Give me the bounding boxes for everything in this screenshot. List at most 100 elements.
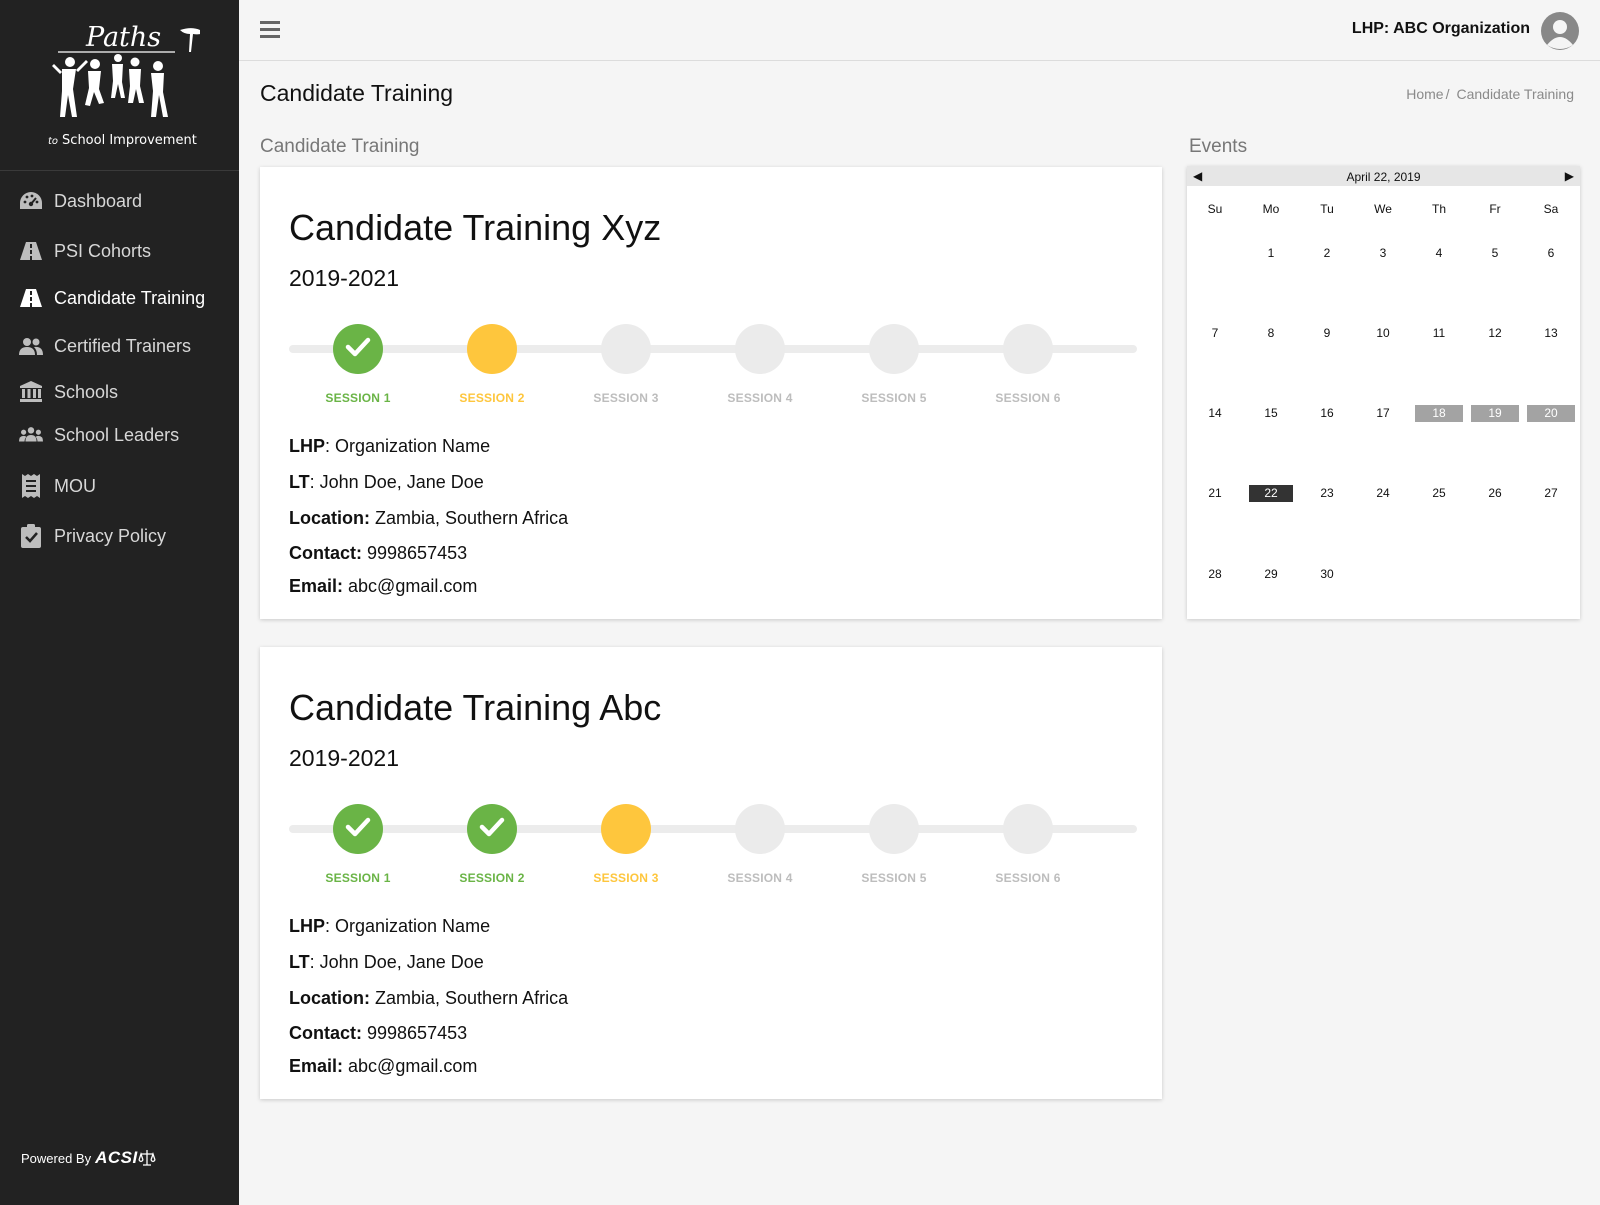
- calendar-day[interactable]: 16: [1305, 405, 1349, 422]
- session-label: SESSION 5: [861, 871, 927, 885]
- sidebar-item-school-leaders[interactable]: School Leaders: [0, 415, 239, 455]
- calendar-day[interactable]: 28: [1193, 566, 1237, 583]
- breadcrumb: Home / Candidate Training: [1406, 86, 1574, 102]
- session-step-6[interactable]: [1003, 804, 1053, 854]
- clipboard-check-icon: [19, 524, 43, 548]
- session-step-2[interactable]: [467, 324, 517, 374]
- avatar[interactable]: [1541, 12, 1579, 50]
- session-label: SESSION 1: [325, 391, 391, 405]
- calendar-day[interactable]: 17: [1361, 405, 1405, 422]
- calendar-day[interactable]: 11: [1417, 325, 1461, 342]
- calendar-weekday: Sa: [1543, 202, 1559, 216]
- top-bar: LHP: ABC Organization: [239, 0, 1600, 61]
- acsi-logo[interactable]: ACSI: [95, 1148, 138, 1168]
- session-step-4[interactable]: [735, 804, 785, 854]
- sidebar-item-candidate-training[interactable]: Candidate Training: [0, 278, 239, 318]
- sidebar-item-label: Candidate Training: [54, 287, 206, 308]
- receipt-icon: [19, 474, 43, 498]
- checkmark-icon: [345, 336, 371, 363]
- user-name[interactable]: LHP: ABC Organization: [1352, 20, 1530, 38]
- training-card[interactable]: Candidate Training Xyz 2019-2021 LHP: Or…: [260, 167, 1162, 619]
- calendar-day[interactable]: 25: [1417, 485, 1461, 502]
- calendar-day[interactable]: 1: [1249, 245, 1293, 262]
- card-year: 2019-2021: [289, 265, 399, 291]
- calendar-day-event[interactable]: 19: [1471, 405, 1519, 422]
- calendar-weekday: We: [1374, 202, 1392, 216]
- calendar-day[interactable]: 13: [1529, 325, 1573, 342]
- card-title: Candidate Training Abc: [289, 687, 662, 728]
- checkmark-icon: [345, 816, 371, 843]
- calendar-day[interactable]: 30: [1305, 566, 1349, 583]
- calendar-day-today[interactable]: 22: [1249, 485, 1293, 502]
- calendar-weekday: Su: [1207, 202, 1223, 216]
- breadcrumb-home[interactable]: Home: [1406, 86, 1443, 102]
- session-step-4[interactable]: [735, 324, 785, 374]
- session-step-6[interactable]: [1003, 324, 1053, 374]
- card-year: 2019-2021: [289, 745, 399, 771]
- calendar-day[interactable]: 2: [1305, 245, 1349, 262]
- school-building-icon: [19, 380, 43, 404]
- sidebar-item-certified-trainers[interactable]: Certified Trainers: [0, 326, 239, 366]
- session-label: SESSION 3: [593, 871, 659, 885]
- session-step-1[interactable]: [333, 804, 383, 854]
- session-label: SESSION 6: [995, 871, 1061, 885]
- training-card[interactable]: Candidate Training Abc 2019-2021 LHP: Or…: [260, 647, 1162, 1099]
- sidebar-item-label: School Leaders: [54, 424, 180, 445]
- checkmark-icon: [479, 816, 505, 843]
- calendar-day[interactable]: 5: [1473, 245, 1517, 262]
- contact-line: Contact: 9998657453: [289, 1023, 468, 1043]
- sidebar-item-schools[interactable]: Schools: [0, 372, 239, 412]
- card-title: Candidate Training Xyz: [289, 207, 662, 248]
- calendar-day[interactable]: 3: [1361, 245, 1405, 262]
- calendar-day[interactable]: 6: [1529, 245, 1573, 262]
- logo[interactable]: Paths to School Improvement: [0, 0, 239, 171]
- calendar-day[interactable]: 29: [1249, 566, 1293, 583]
- calendar-day[interactable]: 27: [1529, 485, 1573, 502]
- sidebar-item-privacy-policy[interactable]: Privacy Policy: [0, 516, 239, 556]
- session-label: SESSION 2: [459, 871, 525, 885]
- sidebar-item-label: Schools: [54, 381, 119, 402]
- calendar-day-event[interactable]: 18: [1415, 405, 1463, 422]
- session-step-3[interactable]: [601, 324, 651, 374]
- sidebar-item-label: Dashboard: [54, 190, 143, 211]
- email-line: Email: abc@gmail.com: [289, 1056, 478, 1076]
- sidebar-item-dashboard[interactable]: Dashboard: [0, 181, 239, 221]
- calendar-day[interactable]: 26: [1473, 485, 1517, 502]
- calendar-day[interactable]: 15: [1249, 405, 1293, 422]
- calendar-day[interactable]: 12: [1473, 325, 1517, 342]
- calendar-day[interactable]: 21: [1193, 485, 1237, 502]
- calendar-day[interactable]: 7: [1193, 325, 1237, 342]
- session-label: SESSION 4: [727, 391, 793, 405]
- calendar-day-event[interactable]: 20: [1527, 405, 1575, 422]
- logo-script: Paths: [86, 22, 162, 53]
- lt-line: LT: John Doe, Jane Doe: [289, 472, 484, 492]
- user-avatar-icon: [1547, 20, 1573, 49]
- calendar-day[interactable]: 8: [1249, 325, 1293, 342]
- group-icon: [19, 423, 43, 447]
- sidebar-item-label: MOU: [54, 475, 96, 496]
- acsi-scales-icon: [138, 1150, 156, 1166]
- calendar-day[interactable]: 23: [1305, 485, 1349, 502]
- session-step-1[interactable]: [333, 324, 383, 374]
- calendar-weekday: Fr: [1489, 202, 1501, 216]
- calendar-day[interactable]: 10: [1361, 325, 1405, 342]
- session-step-3[interactable]: [601, 804, 651, 854]
- calendar-day[interactable]: 24: [1361, 485, 1405, 502]
- events-title: Events: [1189, 136, 1248, 157]
- breadcrumb-current: Candidate Training: [1456, 86, 1574, 102]
- session-step-5[interactable]: [869, 324, 919, 374]
- lhp-line: LHP: Organization Name: [289, 436, 491, 456]
- session-step-5[interactable]: [869, 804, 919, 854]
- session-step-2[interactable]: [467, 804, 517, 854]
- menu-toggle-icon[interactable]: [260, 21, 280, 39]
- sidebar-item-psi-cohorts[interactable]: PSI Cohorts: [0, 231, 239, 271]
- road-icon: [19, 286, 43, 310]
- calendar-weekday: Tu: [1320, 202, 1334, 216]
- sidebar-item-label: PSI Cohorts: [54, 240, 152, 261]
- calendar-day[interactable]: 9: [1305, 325, 1349, 342]
- calendar-day[interactable]: 4: [1417, 245, 1461, 262]
- calendar-next-month-icon[interactable]: ▶: [1565, 169, 1574, 183]
- calendar-day[interactable]: 14: [1193, 405, 1237, 422]
- sidebar: Paths to School Improvement Dashboard PSI…: [0, 0, 239, 1205]
- sidebar-item-mou[interactable]: MOU: [0, 466, 239, 506]
